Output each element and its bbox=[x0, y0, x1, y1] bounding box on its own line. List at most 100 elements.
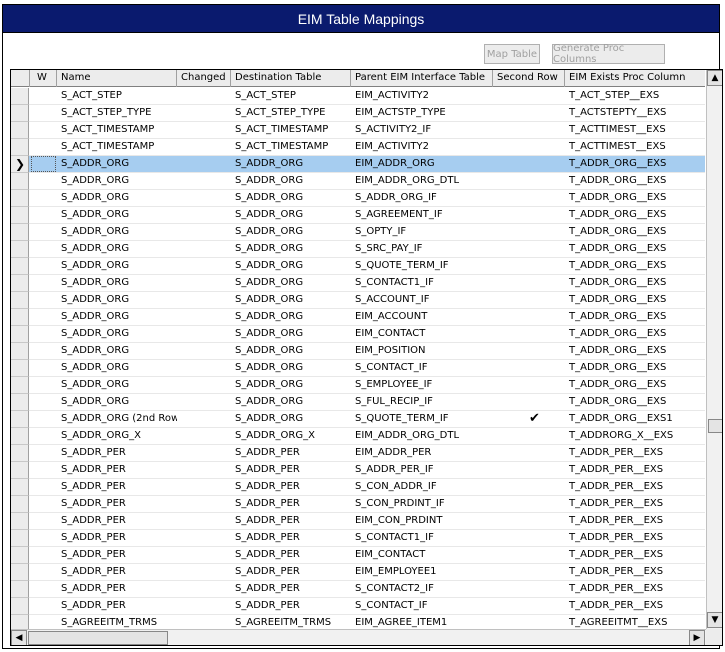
cell-eim-exists-proc-column[interactable]: T_ADDR_PER__EXS bbox=[565, 581, 705, 597]
cell-eim-exists-proc-column[interactable]: T_ADDR_ORG__EXS bbox=[565, 394, 705, 410]
cell-destination-table[interactable]: S_ADDR_ORG bbox=[231, 173, 351, 189]
table-row[interactable]: S_ADDR_ORG S_ADDR_ORG S_AGREEMENT_IF T_ADDR… bbox=[11, 207, 705, 224]
table-row[interactable]: S_ADDR_PER S_ADDR_PER EIM_EMPLOYEE1 T_ADDR_… bbox=[11, 564, 705, 581]
cell-parent-eim-interface-table[interactable]: S_ADDR_ORG_IF bbox=[351, 190, 493, 206]
cell-destination-table[interactable]: S_ACT_STEP bbox=[231, 88, 351, 104]
cell-name[interactable]: S_ADDR_PER bbox=[57, 530, 177, 546]
cell-name[interactable]: S_ADDR_PER bbox=[57, 598, 177, 614]
table-row[interactable]: S_ADDR_ORG S_ADDR_ORG S_CONTACT_IF T_ADDR_O… bbox=[11, 360, 705, 377]
cell-destination-table[interactable]: S_ADDR_ORG bbox=[231, 326, 351, 342]
cell-parent-eim-interface-table[interactable]: EIM_ACTSTP_TYPE bbox=[351, 105, 493, 121]
row-selector[interactable] bbox=[11, 547, 29, 564]
cell-parent-eim-interface-table[interactable]: EIM_POSITION bbox=[351, 343, 493, 359]
table-row[interactable]: S_ACT_TIMESTAMP S_ACT_TIMESTAMP S_ACTIVITY… bbox=[11, 122, 705, 139]
cell-parent-eim-interface-table[interactable]: EIM_ADDR_ORG bbox=[351, 156, 493, 172]
cell-parent-eim-interface-table[interactable]: EIM_CONTACT bbox=[351, 547, 493, 563]
cell-eim-exists-proc-column[interactable]: T_ADDRORG_X__EXS bbox=[565, 428, 705, 444]
cell-name[interactable]: S_ADDR_ORG bbox=[57, 173, 177, 189]
row-selector[interactable] bbox=[11, 309, 29, 326]
table-row[interactable]: S_ADDR_PER S_ADDR_PER S_CON_PRDINT_IF T_ADD… bbox=[11, 496, 705, 513]
cell-name[interactable]: S_ADDR_ORG_X bbox=[57, 428, 177, 444]
cell-eim-exists-proc-column[interactable]: T_ADDR_ORG__EXS bbox=[565, 258, 705, 274]
cell-eim-exists-proc-column[interactable]: T_ACT_STEP__EXS bbox=[565, 88, 705, 104]
cell-name[interactable]: S_ADDR_PER bbox=[57, 496, 177, 512]
row-selector[interactable] bbox=[11, 139, 29, 156]
cell-destination-table[interactable]: S_ADDR_PER bbox=[231, 513, 351, 529]
cell-parent-eim-interface-table[interactable]: S_CONTACT2_IF bbox=[351, 581, 493, 597]
table-row[interactable]: S_ADDR_ORG S_ADDR_ORG S_SRC_PAY_IF T_ADDR_O… bbox=[11, 241, 705, 258]
table-row[interactable]: S_ADDR_PER S_ADDR_PER EIM_CON_PRDINT T_ADDR… bbox=[11, 513, 705, 530]
header-eim-exists-proc-column[interactable]: EIM Exists Proc Column bbox=[565, 70, 705, 87]
table-row[interactable]: S_ADDR_PER S_ADDR_PER S_CONTACT_IF T_ADDR_P… bbox=[11, 598, 705, 615]
cell-name[interactable]: S_ACT_STEP bbox=[57, 88, 177, 104]
cell-destination-table[interactable]: S_ADDR_ORG bbox=[231, 343, 351, 359]
cell-parent-eim-interface-table[interactable]: EIM_ADDR_ORG_DTL bbox=[351, 428, 493, 444]
cell-eim-exists-proc-column[interactable]: T_ADDR_PER__EXS bbox=[565, 445, 705, 461]
row-selector[interactable] bbox=[11, 496, 29, 513]
cell-destination-table[interactable]: S_ADDR_PER bbox=[231, 496, 351, 512]
cell-parent-eim-interface-table[interactable]: EIM_EMPLOYEE1 bbox=[351, 564, 493, 580]
table-row[interactable]: S_ADDR_ORG S_ADDR_ORG S_OPTY_IF T_ADDR_ORG_… bbox=[11, 224, 705, 241]
cell-eim-exists-proc-column[interactable]: T_ADDR_PER__EXS bbox=[565, 462, 705, 478]
row-selector[interactable] bbox=[11, 411, 29, 428]
cell-parent-eim-interface-table[interactable]: S_FUL_RECIP_IF bbox=[351, 394, 493, 410]
table-row[interactable]: S_ADDR_ORG S_ADDR_ORG EIM_CONTACT T_ADDR_OR… bbox=[11, 326, 705, 343]
table-row[interactable]: S_ADDR_PER S_ADDR_PER S_ADDR_PER_IF T_ADDR_… bbox=[11, 462, 705, 479]
cell-parent-eim-interface-table[interactable]: EIM_ACTIVITY2 bbox=[351, 88, 493, 104]
cell-destination-table[interactable]: S_ADDR_PER bbox=[231, 581, 351, 597]
cell-eim-exists-proc-column[interactable]: T_ADDR_ORG__EXS bbox=[565, 241, 705, 257]
cell-destination-table[interactable]: S_ADDR_ORG bbox=[231, 377, 351, 393]
cell-destination-table[interactable]: S_ADDR_ORG bbox=[231, 394, 351, 410]
cell-destination-table[interactable]: S_ADDR_ORG bbox=[231, 360, 351, 376]
cell-parent-eim-interface-table[interactable]: EIM_CONTACT bbox=[351, 326, 493, 342]
cell-name[interactable]: S_ADDR_ORG bbox=[57, 309, 177, 325]
cell-destination-table[interactable]: S_ADDR_ORG bbox=[231, 207, 351, 223]
table-row[interactable]: S_ADDR_PER S_ADDR_PER S_CONTACT2_IF T_ADDR_… bbox=[11, 581, 705, 598]
cell-name[interactable]: S_ADDR_ORG bbox=[57, 190, 177, 206]
table-row[interactable]: S_ACT_TIMESTAMP S_ACT_TIMESTAMP EIM_ACTIVI… bbox=[11, 139, 705, 156]
cell-destination-table[interactable]: S_ADDR_ORG bbox=[231, 190, 351, 206]
row-selector[interactable] bbox=[11, 377, 29, 394]
cell-name[interactable]: S_ADDR_ORG bbox=[57, 258, 177, 274]
map-table-button[interactable]: Map Table bbox=[484, 44, 540, 64]
cell-destination-table[interactable]: S_ACT_TIMESTAMP bbox=[231, 122, 351, 138]
cell-destination-table[interactable]: S_ADDR_ORG bbox=[231, 258, 351, 274]
row-selector[interactable] bbox=[11, 598, 29, 615]
cell-name[interactable]: S_ADDR_ORG (2nd Row bbox=[57, 411, 177, 427]
cell-name[interactable]: S_ADDR_ORG bbox=[57, 156, 177, 172]
table-row[interactable]: S_ADDR_ORG_X S_ADDR_ORG_X EIM_ADDR_ORG_DTL… bbox=[11, 428, 705, 445]
cell-eim-exists-proc-column[interactable]: T_ADDR_ORG__EXS bbox=[565, 343, 705, 359]
vertical-scroll-thumb[interactable] bbox=[708, 419, 722, 433]
cell-parent-eim-interface-table[interactable]: S_QUOTE_TERM_IF bbox=[351, 411, 493, 427]
header-destination-table[interactable]: Destination Table bbox=[231, 70, 351, 87]
cell-eim-exists-proc-column[interactable]: T_ADDR_ORG__EXS bbox=[565, 377, 705, 393]
row-selector[interactable] bbox=[11, 207, 29, 224]
cell-parent-eim-interface-table[interactable]: S_CON_ADDR_IF bbox=[351, 479, 493, 495]
cell-name[interactable]: S_ADDR_ORG bbox=[57, 343, 177, 359]
cell-parent-eim-interface-table[interactable]: S_QUOTE_TERM_IF bbox=[351, 258, 493, 274]
cell-eim-exists-proc-column[interactable]: T_ADDR_ORG__EXS bbox=[565, 224, 705, 240]
cell-name[interactable]: S_ACT_TIMESTAMP bbox=[57, 139, 177, 155]
cell-destination-table[interactable]: S_ADDR_ORG bbox=[231, 241, 351, 257]
table-row[interactable]: S_ADDR_ORG S_ADDR_ORG EIM_ADDR_ORG_DTL T_AD… bbox=[11, 173, 705, 190]
header-parent-eim-interface-table[interactable]: Parent EIM Interface Table bbox=[351, 70, 493, 87]
cell-eim-exists-proc-column[interactable]: T_ADDR_PER__EXS bbox=[565, 564, 705, 580]
cell-eim-exists-proc-column[interactable]: T_ADDR_PER__EXS bbox=[565, 530, 705, 546]
cell-name[interactable]: S_ADDR_PER bbox=[57, 479, 177, 495]
header-name[interactable]: Name bbox=[57, 70, 177, 87]
header-changed[interactable]: Changed bbox=[177, 70, 231, 87]
cell-destination-table[interactable]: S_ADDR_ORG bbox=[231, 275, 351, 291]
cell-parent-eim-interface-table[interactable]: S_ACTIVITY2_IF bbox=[351, 122, 493, 138]
cell-eim-exists-proc-column[interactable]: T_ADDR_ORG__EXS bbox=[565, 207, 705, 223]
table-row[interactable]: S_ADDR_ORG S_ADDR_ORG S_FUL_RECIP_IF T_ADDR… bbox=[11, 394, 705, 411]
cell-eim-exists-proc-column[interactable]: T_ADDR_ORG__EXS bbox=[565, 326, 705, 342]
cell-name[interactable]: S_ADDR_PER bbox=[57, 445, 177, 461]
table-row[interactable]: S_ADDR_PER S_ADDR_PER EIM_ADDR_PER T_ADDR_P… bbox=[11, 445, 705, 462]
row-selector[interactable] bbox=[11, 462, 29, 479]
cell-name[interactable]: S_ADDR_ORG bbox=[57, 292, 177, 308]
cell-destination-table[interactable]: S_ADDR_PER bbox=[231, 445, 351, 461]
cell-parent-eim-interface-table[interactable]: S_AGREEMENT_IF bbox=[351, 207, 493, 223]
cell-eim-exists-proc-column[interactable]: T_ADDR_ORG__EXS bbox=[565, 156, 705, 172]
cell-destination-table[interactable]: S_ADDR_PER bbox=[231, 530, 351, 546]
cell-name[interactable]: S_ADDR_PER bbox=[57, 564, 177, 580]
